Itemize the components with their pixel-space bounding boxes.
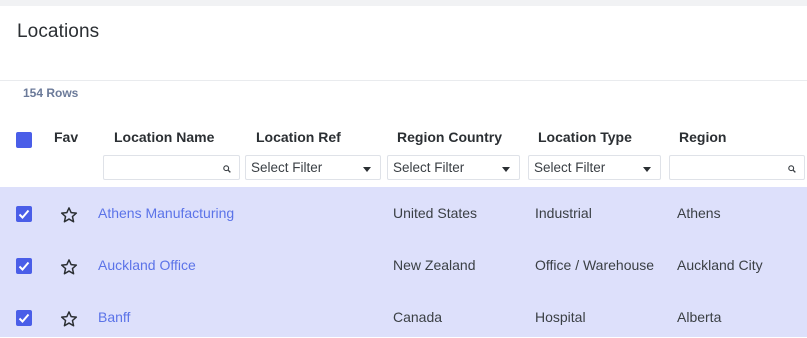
row-checkbox[interactable] — [16, 310, 32, 326]
location-name-link[interactable]: Banff — [98, 309, 130, 325]
checkbox-checked-icon — [18, 313, 30, 323]
region-cell: Auckland City — [677, 257, 763, 273]
table-body: Athens Manufacturing United States Indus… — [0, 187, 807, 337]
region-country-filter-select[interactable]: Select Filter — [387, 155, 520, 180]
filter-row: Select Filter Select Filter Select Filte… — [0, 155, 807, 187]
location-type-filter-label: Select Filter — [534, 160, 606, 175]
row-checkbox[interactable] — [16, 206, 32, 222]
region-country-filter-label: Select Filter — [393, 160, 465, 175]
col-header-location-ref[interactable]: Location Ref — [256, 129, 341, 145]
location-type-filter-select[interactable]: Select Filter — [528, 155, 661, 180]
row-checkbox[interactable] — [16, 258, 32, 274]
col-header-fav[interactable]: Fav — [54, 129, 78, 145]
location-type-cell: Hospital — [535, 309, 586, 325]
top-bar — [0, 0, 807, 6]
col-header-location-type[interactable]: Location Type — [538, 129, 632, 145]
region-cell: Athens — [677, 205, 721, 221]
col-header-location-name[interactable]: Location Name — [114, 129, 214, 145]
region-country-cell: Canada — [393, 309, 443, 325]
search-icon — [788, 161, 796, 176]
star-outline-icon[interactable] — [60, 258, 78, 276]
col-header-region[interactable]: Region — [679, 129, 726, 145]
locations-grid: Fav Location Name Location Ref Region Co… — [0, 117, 807, 337]
header-row: Fav Location Name Location Ref Region Co… — [0, 117, 807, 155]
chevron-down-icon — [363, 167, 371, 172]
page-title: Locations — [17, 21, 100, 42]
location-ref-filter-label: Select Filter — [251, 160, 323, 175]
region-filter-input[interactable] — [669, 155, 805, 180]
location-name-filter-input[interactable] — [103, 155, 240, 180]
chevron-down-icon — [502, 167, 510, 172]
select-all-checkbox[interactable] — [16, 132, 32, 148]
region-cell: Alberta — [677, 309, 722, 325]
table-row[interactable]: Athens Manufacturing United States Indus… — [0, 187, 807, 239]
table-row[interactable]: Banff Canada Hospital Alberta — [0, 291, 807, 338]
table-row[interactable]: Auckland Office New Zealand Office / War… — [0, 239, 807, 291]
region-country-cell: New Zealand — [393, 257, 476, 273]
location-name-link[interactable]: Auckland Office — [98, 257, 196, 273]
chevron-down-icon — [643, 167, 651, 172]
col-header-region-country[interactable]: Region Country — [397, 129, 502, 145]
location-name-link[interactable]: Athens Manufacturing — [98, 205, 234, 221]
location-type-cell: Industrial — [535, 205, 592, 221]
checkbox-checked-icon — [18, 209, 30, 219]
location-type-cell: Office / Warehouse — [535, 257, 655, 273]
location-ref-filter-select[interactable]: Select Filter — [245, 155, 381, 180]
search-icon — [223, 161, 231, 176]
star-outline-icon[interactable] — [60, 310, 78, 328]
region-country-cell: United States — [393, 205, 478, 221]
checkbox-checked-icon — [18, 261, 30, 271]
star-outline-icon[interactable] — [60, 206, 78, 224]
divider — [0, 80, 807, 81]
row-count: 154 Rows — [23, 86, 79, 100]
